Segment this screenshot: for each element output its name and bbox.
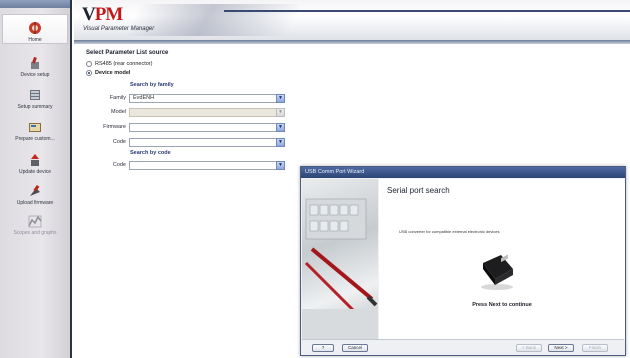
sidebar-item-prepare-custom[interactable]: Prepare custom...	[2, 112, 68, 142]
app-subtitle: Visual Parameter Manager	[83, 26, 155, 32]
header-accent-line	[224, 10, 630, 12]
chevron-down-icon[interactable]: ▼	[276, 138, 285, 147]
device-setup-icon	[28, 56, 42, 70]
chevron-down-icon[interactable]: ▼	[276, 123, 285, 132]
cancel-button[interactable]: Cancel	[342, 344, 368, 352]
sidebar-item-label: Update device	[19, 169, 51, 175]
code-label: Code	[112, 139, 126, 145]
firmware-select[interactable]: ▼	[129, 123, 285, 132]
chevron-down-icon[interactable]: ▼	[276, 108, 285, 117]
radio-label: Device model	[95, 70, 131, 76]
next-button[interactable]: Next >	[548, 344, 574, 352]
section-title: Select Parameter List source	[86, 50, 169, 56]
code2-label: Code	[112, 162, 126, 168]
back-button[interactable]: < Back	[516, 344, 542, 352]
sidebar-top-bar	[0, 0, 70, 8]
sidebar-item-label: Home	[28, 37, 42, 43]
family-select[interactable]: EvdENH ▼	[129, 94, 285, 103]
sidebar-item-label: Scopes and graphs	[13, 230, 57, 236]
sidebar-item-setup-summary[interactable]: Setup summary	[2, 80, 68, 110]
radio-rs485[interactable]: RS485 (rear connector)	[86, 61, 152, 67]
sidebar-item-device-setup[interactable]: Device setup	[2, 48, 68, 78]
chevron-down-icon[interactable]: ▼	[276, 161, 285, 170]
app-logo: VPM	[82, 4, 123, 25]
prepare-custom-icon	[28, 120, 42, 134]
update-device-icon	[28, 153, 42, 167]
sidebar: Home Device setup Setup summary Prepare …	[0, 0, 72, 358]
sidebar-item-upload-firmware[interactable]: Upload firmware	[2, 176, 68, 206]
usb-converter-icon	[475, 251, 519, 291]
chevron-down-icon[interactable]: ▼	[276, 94, 285, 103]
sidebar-item-label: Setup summary	[17, 104, 53, 110]
app-header: VPM Visual Parameter Manager	[74, 0, 630, 40]
group-search-by-code: Search by code	[130, 150, 171, 156]
usb-comm-port-wizard: USB Comm Port Wizard Serial port search …	[300, 166, 626, 356]
model-label: Model	[111, 109, 126, 115]
wizard-hero-image	[302, 179, 378, 339]
sidebar-item-home[interactable]: Home	[2, 14, 68, 44]
setup-summary-icon	[28, 88, 42, 102]
radio-device-model[interactable]: Device model	[86, 70, 130, 76]
finish-button[interactable]: Finish	[582, 344, 608, 352]
radio-button[interactable]	[86, 70, 92, 76]
help-button[interactable]: ?	[312, 344, 334, 352]
wizard-heading: Serial port search	[387, 186, 450, 195]
code-select[interactable]: ▼	[129, 138, 285, 147]
family-value: EvdENH	[133, 95, 155, 101]
wizard-description: USB converter for compatible external el…	[399, 229, 500, 234]
sidebar-item-label: Prepare custom...	[15, 136, 55, 142]
wizard-continue-text: Press Next to continue	[472, 302, 532, 308]
sidebar-item-update-device[interactable]: Update device	[2, 145, 68, 175]
wizard-content: Serial port search USB converter for com…	[379, 179, 625, 339]
code-search-select[interactable]: ▼	[129, 161, 285, 170]
wizard-footer: ? Cancel < Back Next > Finish	[302, 339, 624, 355]
sidebar-item-label: Device setup	[20, 72, 50, 78]
family-label: Family	[109, 95, 126, 101]
upload-firmware-icon	[28, 184, 42, 198]
model-select[interactable]: ▼	[129, 108, 285, 117]
radio-label: RS485 (rear connector)	[95, 61, 153, 67]
firmware-label: Firmware	[103, 124, 126, 130]
sidebar-item-scopes-graphs[interactable]: Scopes and graphs	[2, 206, 68, 236]
scopes-graphs-icon	[28, 214, 42, 228]
group-search-by-family: Search by family	[130, 82, 174, 88]
home-icon	[28, 21, 42, 35]
radio-button[interactable]	[86, 61, 92, 67]
wizard-titlebar[interactable]: USB Comm Port Wizard	[301, 167, 625, 178]
